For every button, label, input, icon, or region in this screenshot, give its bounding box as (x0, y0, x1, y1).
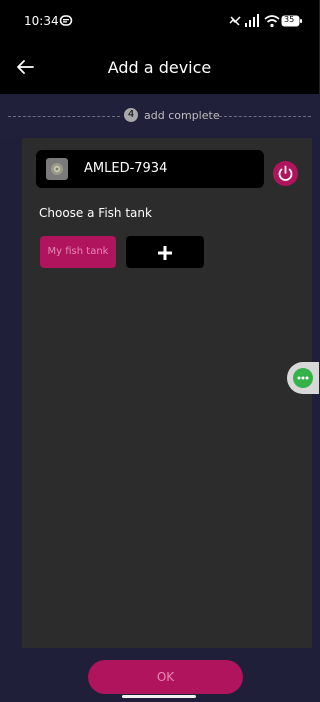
floating-assist-button[interactable] (287, 362, 319, 394)
status-bar: 10:34 35 (0, 0, 319, 42)
page-title: Add a device (107, 58, 212, 77)
battery-level: 35 (284, 15, 295, 24)
tank-my-fish-tank[interactable]: My fish tank (40, 236, 116, 268)
power-icon[interactable] (273, 161, 298, 186)
battery-icon: 35 (281, 13, 303, 27)
mute-icon (228, 13, 242, 27)
more-horizontal-icon (293, 368, 313, 388)
device-panel: AMLED-7934 Choose a Fish tank My fish ta… (22, 138, 312, 648)
plus-icon (158, 245, 172, 260)
progress-indicator: 4 add complete (0, 94, 319, 138)
app-bar: Add a device (0, 42, 319, 94)
device-thumbnail-icon (46, 158, 68, 180)
status-time: 10:34 (24, 14, 59, 28)
step-badge: 4 (124, 108, 138, 122)
progress-line-left (8, 116, 120, 117)
progress-line-right (214, 116, 311, 117)
ok-button[interactable]: OK (88, 660, 243, 694)
device-card[interactable]: AMLED-7934 (36, 150, 264, 188)
signal-icon (244, 13, 259, 27)
device-name: AMLED-7934 (84, 161, 168, 176)
add-tank-button[interactable] (126, 236, 204, 268)
wifi-icon (264, 13, 280, 28)
home-indicator[interactable] (122, 695, 196, 698)
message-icon (59, 13, 73, 27)
step-label: add complete (144, 109, 220, 122)
choose-tank-heading: Choose a Fish tank (39, 206, 152, 220)
